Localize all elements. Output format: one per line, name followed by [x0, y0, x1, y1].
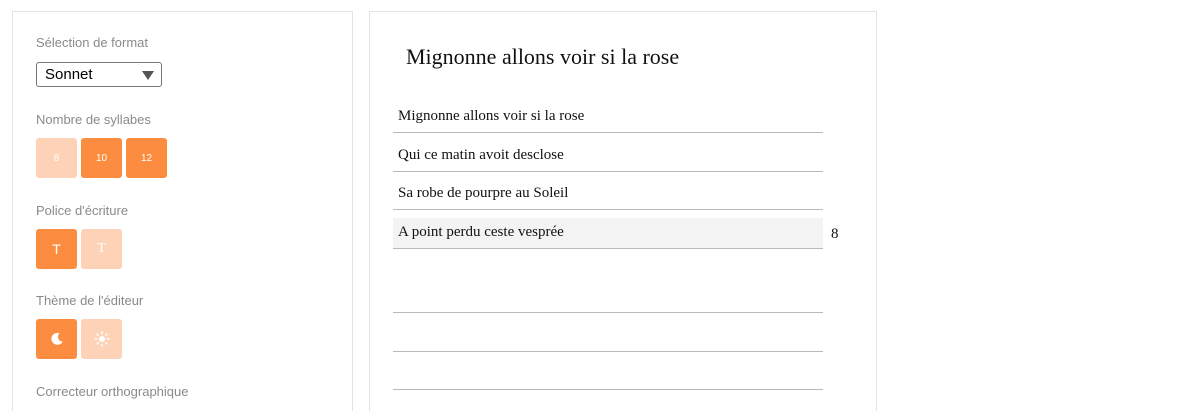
syllables-button-row: 8 10 12 [36, 138, 167, 178]
dropdown-arrow-icon [142, 71, 154, 80]
poem-line-6[interactable] [393, 321, 823, 352]
moon-icon [50, 332, 63, 345]
poem-line-4[interactable]: A point perdu ceste vesprée [393, 218, 823, 249]
syllables-12-button[interactable]: 12 [126, 138, 167, 178]
poem-line-7[interactable] [393, 359, 823, 390]
poem-line-2[interactable]: Qui ce matin avoit desclose [393, 141, 823, 172]
poem-line-5[interactable] [393, 282, 823, 313]
sun-icon [93, 331, 110, 347]
font-serif-button[interactable]: T [81, 229, 122, 269]
format-select[interactable]: Sonnet [36, 62, 162, 87]
poem-line-1[interactable]: Mignonne allons voir si la rose [393, 102, 823, 133]
theme-light-button[interactable] [81, 319, 122, 359]
syllables-8-button[interactable]: 8 [36, 138, 77, 178]
font-sans-button[interactable]: T [36, 229, 77, 269]
syllable-count: 8 [831, 226, 839, 242]
syllables-10-button[interactable]: 10 [81, 138, 122, 178]
poem-title[interactable]: Mignonne allons voir si la rose [406, 44, 679, 70]
syllables-label: Nombre de syllabes [36, 112, 151, 127]
poem-line-3[interactable]: Sa robe de pourpre au Soleil [393, 179, 823, 210]
spellcheck-label: Correcteur orthographique [36, 384, 189, 399]
format-select-value: Sonnet [45, 66, 93, 83]
theme-button-row [36, 319, 122, 359]
settings-panel: Sélection de format Sonnet Nombre de syl… [12, 11, 353, 411]
font-button-row: T T [36, 229, 122, 269]
format-label: Sélection de format [36, 35, 149, 50]
font-label: Police d'écriture [36, 203, 129, 218]
poem-editor: Mignonne allons voir si la rose Mignonne… [369, 11, 877, 411]
theme-label: Thème de l'éditeur [36, 293, 144, 308]
theme-dark-button[interactable] [36, 319, 77, 359]
